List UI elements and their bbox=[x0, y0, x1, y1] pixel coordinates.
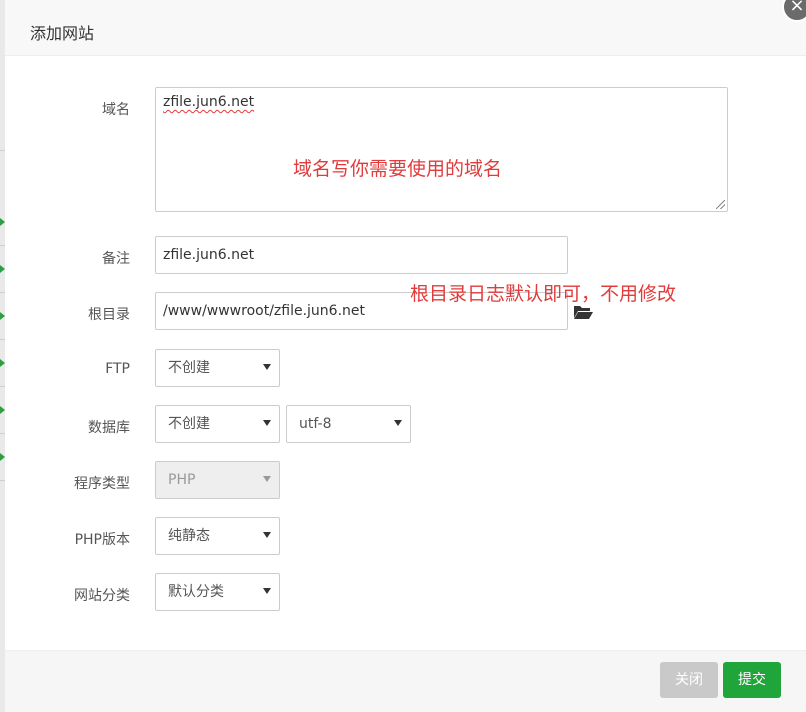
dialog-header: 添加网站 bbox=[5, 0, 806, 56]
program-type-select: PHP bbox=[155, 461, 280, 499]
close-button[interactable]: 关闭 bbox=[660, 662, 718, 698]
domain-label: 域名 bbox=[102, 102, 130, 118]
charset-selected-value: utf-8 bbox=[299, 416, 332, 432]
site-category-selected-value: 默认分类 bbox=[168, 584, 224, 600]
program-type-label: 程序类型 bbox=[74, 476, 130, 492]
remark-input[interactable]: zfile.jun6.net bbox=[155, 236, 568, 274]
database-select[interactable]: 不创建 bbox=[155, 405, 280, 443]
site-category-label: 网站分类 bbox=[74, 588, 130, 604]
chevron-down-icon bbox=[263, 588, 271, 594]
database-selected-value: 不创建 bbox=[168, 416, 210, 432]
database-charset-select[interactable]: utf-8 bbox=[286, 405, 411, 443]
ftp-selected-value: 不创建 bbox=[168, 360, 210, 376]
chevron-down-icon bbox=[263, 420, 271, 426]
php-version-selected-value: 纯静态 bbox=[168, 528, 210, 544]
dialog-footer: 关闭 提交 bbox=[5, 650, 806, 712]
chevron-down-icon bbox=[263, 532, 271, 538]
remark-label: 备注 bbox=[102, 251, 130, 267]
chevron-down-icon bbox=[263, 476, 271, 482]
dialog-title: 添加网站 bbox=[30, 24, 95, 43]
root-dir-label: 根目录 bbox=[88, 307, 130, 323]
site-category-select[interactable]: 默认分类 bbox=[155, 573, 280, 611]
chevron-down-icon bbox=[263, 364, 271, 370]
domain-annotation: 域名写你需要使用的域名 bbox=[293, 158, 503, 180]
submit-button[interactable]: 提交 bbox=[723, 662, 781, 698]
ftp-select[interactable]: 不创建 bbox=[155, 349, 280, 387]
php-version-select[interactable]: 纯静态 bbox=[155, 517, 280, 555]
program-type-selected-value: PHP bbox=[168, 472, 196, 488]
php-version-label: PHP版本 bbox=[74, 532, 130, 548]
domain-textarea[interactable]: zfile.jun6.net bbox=[155, 87, 728, 212]
add-site-dialog: 添加网站 域名 zfile.jun6.net 域名写你需要使用的域名 备注 zf… bbox=[5, 0, 806, 712]
database-label: 数据库 bbox=[88, 420, 130, 436]
resize-grip-icon[interactable] bbox=[716, 200, 725, 209]
root-dir-annotation: 根目录日志默认即可，不用修改 bbox=[410, 283, 677, 305]
domain-value: zfile.jun6.net bbox=[163, 94, 255, 110]
folder-open-icon[interactable] bbox=[573, 304, 593, 320]
chevron-down-icon bbox=[394, 420, 402, 426]
ftp-label: FTP bbox=[105, 361, 130, 377]
